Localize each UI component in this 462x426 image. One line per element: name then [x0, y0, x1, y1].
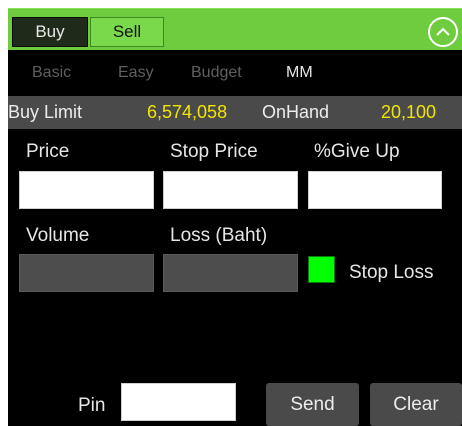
volume-label: Volume: [26, 225, 90, 246]
give-up-input[interactable]: [308, 171, 442, 209]
order-type-tabs: Basic Easy Budget MM: [8, 58, 462, 88]
volume-input[interactable]: [19, 254, 154, 292]
stop-price-input[interactable]: [163, 171, 298, 209]
tab-easy[interactable]: Easy: [118, 64, 154, 82]
order-side-bar: Buy Sell: [8, 8, 462, 50]
stop-price-label: Stop Price: [170, 141, 258, 162]
stop-loss-checkbox[interactable]: [308, 256, 335, 283]
pin-label: Pin: [78, 395, 106, 416]
chevron-up-circle-icon: [436, 27, 450, 36]
buy-limit-label: Buy Limit: [8, 102, 83, 122]
tab-budget[interactable]: Budget: [191, 64, 242, 82]
collapse-button[interactable]: [428, 17, 458, 47]
sell-button[interactable]: Sell: [90, 17, 164, 47]
onhand-value: 20,100: [381, 102, 437, 122]
give-up-label: %Give Up: [314, 141, 400, 162]
loss-label: Loss (Baht): [170, 225, 268, 246]
price-input[interactable]: [19, 171, 154, 209]
buy-button[interactable]: Buy: [12, 17, 88, 47]
tab-basic[interactable]: Basic: [32, 64, 71, 82]
pin-input[interactable]: [121, 383, 236, 421]
order-panel: Buy Sell Basic Easy Budget MM Buy Limit …: [8, 8, 462, 426]
buy-limit-value: 6,574,058: [147, 102, 228, 122]
tab-mm[interactable]: MM: [286, 64, 313, 82]
stop-loss-label: Stop Loss: [349, 262, 434, 283]
account-summary-bar: Buy Limit 6,574,058 OnHand 20,100: [8, 96, 462, 129]
send-button[interactable]: Send: [266, 383, 359, 426]
price-label: Price: [26, 141, 70, 162]
onhand-label: OnHand: [262, 102, 330, 122]
clear-button[interactable]: Clear: [370, 383, 462, 426]
loss-input[interactable]: [163, 254, 298, 292]
